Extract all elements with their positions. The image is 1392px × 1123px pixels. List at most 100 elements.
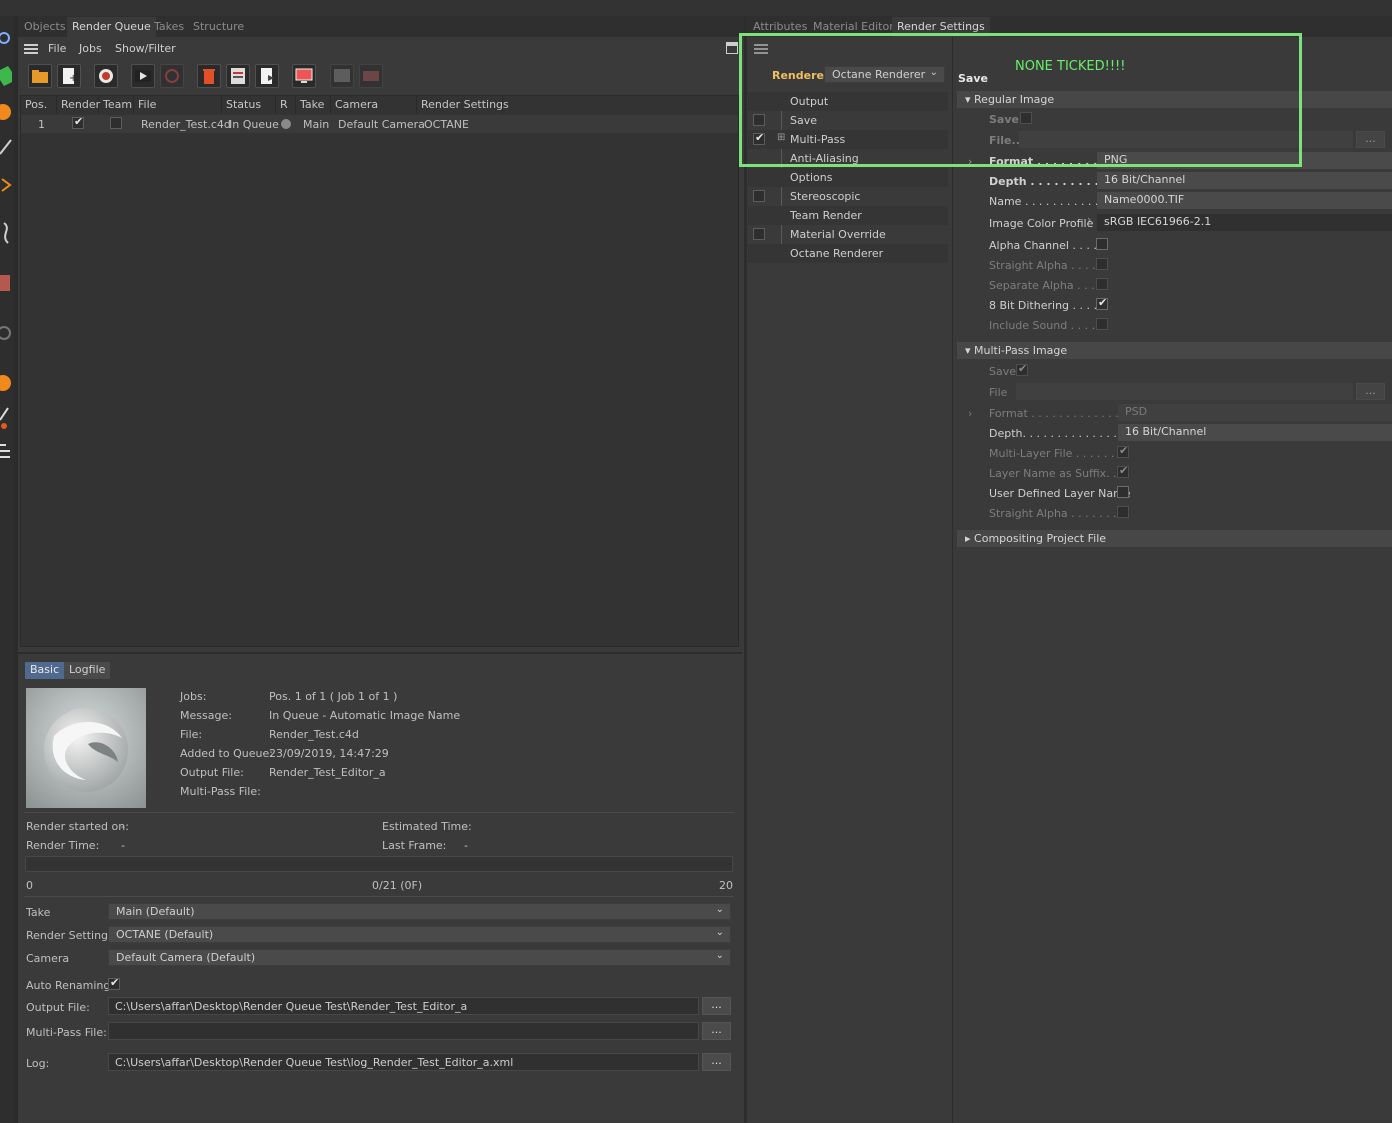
cube-icon[interactable] (0, 64, 12, 88)
multipass-file-browse-button[interactable]: ... (702, 1022, 731, 1040)
tab-render-queue[interactable]: Render Queue (67, 17, 156, 37)
zoom-icon[interactable] (0, 28, 12, 52)
delete-icon[interactable] (197, 64, 221, 88)
pen-icon[interactable] (0, 134, 12, 158)
log-field[interactable]: C:\Users\affar\Desktop\Render Queue Test… (108, 1053, 699, 1071)
row-status-dot-icon (281, 119, 291, 129)
tab-takes[interactable]: Takes (149, 17, 189, 37)
ri-depth-field[interactable]: 16 Bit/Channel (1097, 172, 1392, 189)
log-browse-button[interactable]: ... (702, 1053, 731, 1071)
render-settings-dropdown[interactable]: OCTANE (Default) ⌄ (108, 926, 731, 943)
take-dropdown[interactable]: Main (Default) ⌄ (108, 903, 731, 920)
stop-icon[interactable] (160, 64, 184, 88)
tree-item-options[interactable]: Options (748, 168, 948, 187)
row-pos: 1 (38, 118, 45, 131)
chevron-right-icon[interactable]: › (1087, 213, 1091, 226)
output-file-field[interactable]: C:\Users\affar\Desktop\Render Queue Test… (108, 997, 699, 1015)
mp-multilayer-checkbox[interactable] (1117, 444, 1129, 458)
settings-icon[interactable] (359, 64, 383, 88)
col-header-team[interactable]: Team (99, 96, 134, 114)
open-folder-icon[interactable] (28, 64, 52, 88)
spline-icon[interactable] (0, 221, 12, 245)
vertical-splitter[interactable] (952, 37, 953, 1123)
ri-include-sound-checkbox[interactable] (1096, 318, 1108, 330)
ri-name-label: Name . . . . . . . . . . . (989, 195, 1099, 208)
layers-icon[interactable] (0, 438, 12, 462)
new-job-icon[interactable]: + (57, 64, 81, 88)
mp-file-browse-button[interactable]: ... (1356, 383, 1385, 400)
ri-dithering-checkbox[interactable] (1096, 296, 1108, 310)
annotation-text: NONE TICKED!!!! (1015, 59, 1126, 74)
ri-alpha-checkbox[interactable] (1096, 238, 1108, 250)
menu-show-filter[interactable]: Show/Filter (115, 42, 176, 55)
tree-checkbox-stereoscopic[interactable] (753, 190, 765, 202)
tree-item-stereoscopic[interactable]: Stereoscopic (748, 187, 948, 206)
col-header-render-settings[interactable]: Render Settings (417, 96, 509, 114)
tree-item-team-render[interactable]: Team Render (748, 206, 948, 225)
render-icon[interactable] (131, 64, 155, 88)
col-header-render[interactable]: Render (57, 96, 100, 114)
picture-viewer-icon[interactable] (330, 64, 354, 88)
export-icon[interactable] (255, 64, 279, 88)
mp-depth-field[interactable]: 16 Bit/Channel (1118, 424, 1392, 441)
panel-divider[interactable] (744, 16, 747, 1123)
menu-file[interactable]: File (48, 42, 66, 55)
mp-file-field[interactable] (1016, 383, 1353, 400)
brush-icon[interactable] (0, 406, 12, 430)
preview-thumbnail (26, 688, 146, 808)
knife-icon[interactable] (0, 171, 12, 195)
camera-dropdown[interactable]: Default Camera (Default) ⌄ (108, 949, 731, 966)
mp-format-field[interactable]: PSD (1118, 404, 1392, 421)
mp-save-checkbox[interactable] (1016, 362, 1028, 376)
annotation-box (739, 33, 1302, 167)
menu-jobs[interactable]: Jobs (79, 42, 102, 55)
col-header-file[interactable]: File (134, 96, 222, 114)
row-render-checkbox[interactable] (72, 115, 84, 129)
output-file-browse-button[interactable]: ... (702, 997, 731, 1015)
triangle-right-icon: ▸ (965, 532, 975, 545)
panel-splitter[interactable] (18, 652, 742, 654)
tree-item-octane-renderer[interactable]: Octane Renderer (748, 244, 948, 263)
auto-renaming-checkbox[interactable] (108, 976, 120, 990)
camera-icon[interactable] (94, 64, 118, 88)
tab-structure[interactable]: Structure (188, 17, 249, 37)
multipass-file-field[interactable] (108, 1022, 699, 1040)
info-icon[interactable] (226, 64, 250, 88)
top-strip (0, 0, 1392, 16)
tab-basic[interactable]: Basic (25, 662, 65, 679)
camera-value: Default Camera (Default) (116, 951, 256, 964)
col-header-take[interactable]: Take (296, 96, 331, 114)
tab-logfile[interactable]: Logfile (64, 662, 111, 679)
deformer-icon[interactable] (0, 271, 12, 295)
ri-name-field[interactable]: Name0000.TIF (1097, 192, 1392, 209)
compositing-header[interactable]: ▸ Compositing Project File (957, 530, 1392, 547)
sphere-icon[interactable] (0, 100, 12, 124)
ri-profile-field[interactable]: sRGB IEC61966-2.1 (1097, 214, 1392, 231)
monitor-icon[interactable] (292, 64, 316, 88)
tree-checkbox-material-override[interactable] (753, 228, 765, 240)
mp-straight-alpha-label: Straight Alpha . . . . . . . . (989, 507, 1124, 520)
menu-hamburger-icon[interactable] (24, 44, 38, 54)
col-header-status[interactable]: Status (222, 96, 276, 114)
left-divider (14, 16, 18, 1123)
row-team-checkbox[interactable] (110, 117, 122, 129)
col-header-camera[interactable]: Camera (331, 96, 417, 114)
mp-layer-suffix-checkbox[interactable] (1117, 464, 1129, 478)
info-value-output: Render_Test_Editor_a (269, 766, 386, 779)
panel-layout-icon[interactable] (726, 42, 738, 54)
chevron-right-icon[interactable]: › (968, 407, 972, 420)
ri-straight-alpha-checkbox[interactable] (1096, 258, 1108, 270)
col-header-r[interactable]: R (276, 96, 296, 114)
mp-user-layer-name-checkbox[interactable] (1117, 486, 1129, 498)
multipass-image-header[interactable]: ▾ Multi-Pass Image (957, 342, 1392, 359)
tree-item-material-override[interactable]: Material Override (748, 225, 948, 244)
info-value-jobs: Pos. 1 of 1 ( Job 1 of 1 ) (269, 690, 398, 703)
refresh-icon[interactable] (0, 321, 12, 345)
ri-straight-alpha-label: Straight Alpha . . . . (989, 259, 1096, 272)
generator-icon[interactable] (0, 371, 12, 395)
tab-objects[interactable]: Objects (19, 17, 71, 37)
ri-separate-alpha-checkbox[interactable] (1096, 278, 1108, 290)
col-header-pos[interactable]: Pos. (21, 96, 57, 114)
mp-straight-alpha-checkbox[interactable] (1117, 506, 1129, 518)
ri-file-browse-button[interactable]: ... (1356, 131, 1385, 148)
